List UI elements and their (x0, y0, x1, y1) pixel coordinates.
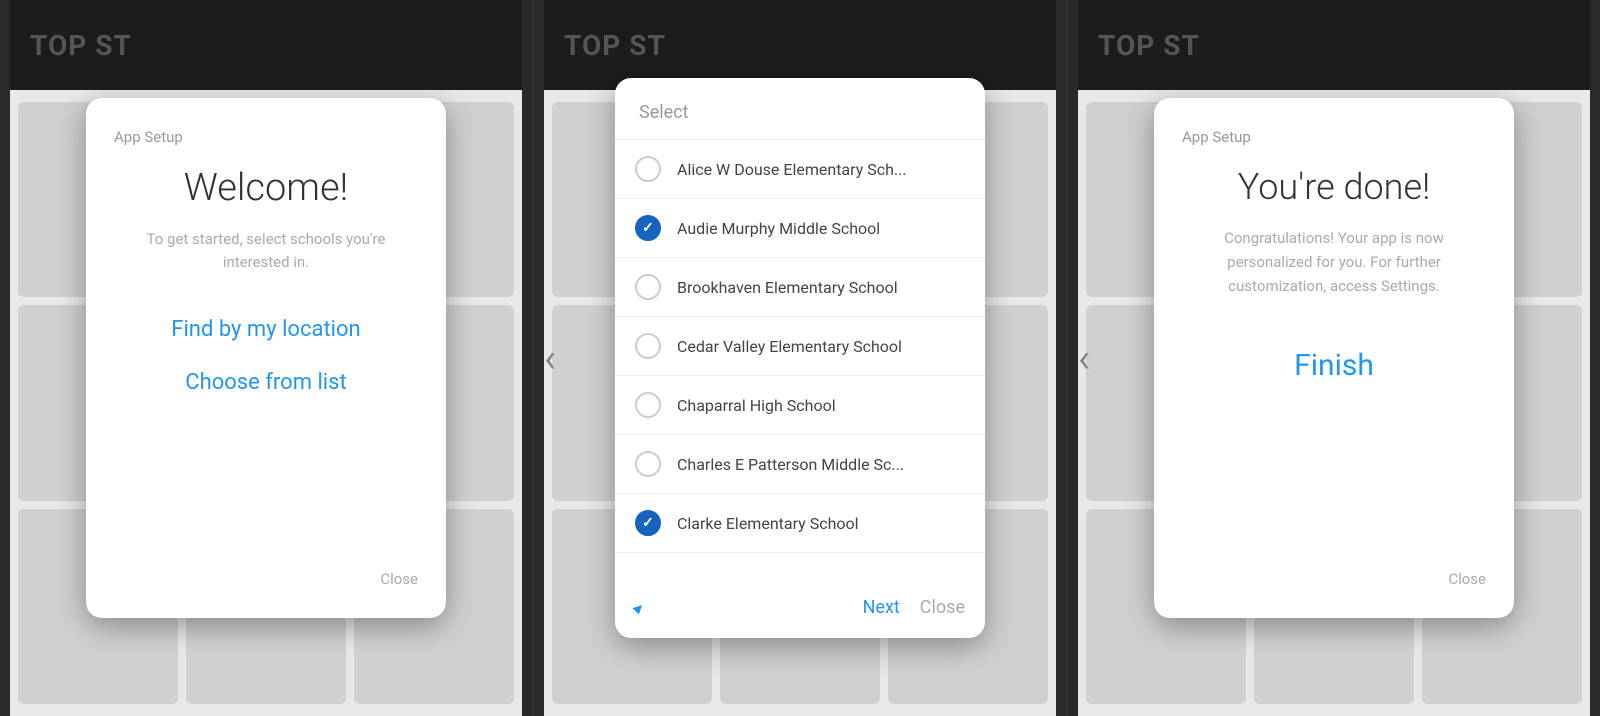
panel-done: TOP ST ‹ App Setup You're done! Congratu… (1068, 0, 1600, 716)
school-name-5: Charles E Patterson Middle Sc... (677, 455, 904, 474)
choose-list-button[interactable]: Choose from list (114, 370, 418, 395)
panel-welcome: TOP ST App Setup Welcome! To get started… (0, 0, 532, 716)
bg-top-bar-3: TOP ST (1078, 0, 1590, 90)
finish-button[interactable]: Finish (1182, 348, 1486, 383)
school-radio-1[interactable] (635, 215, 661, 241)
school-list-item[interactable]: Charles E Patterson Middle Sc... (615, 435, 985, 494)
select-dialog-header: Select (615, 102, 985, 123)
chevron-left-2-icon[interactable]: ‹ (1078, 335, 1090, 382)
school-radio-6[interactable] (635, 510, 661, 536)
school-radio-0[interactable] (635, 156, 661, 182)
welcome-close-button[interactable]: Close (114, 570, 418, 588)
done-subtitle: Congratulations! Your app is now persona… (1182, 226, 1486, 298)
done-dialog: App Setup You're done! Congratulations! … (1154, 98, 1514, 618)
bg-top-text-1: TOP ST (30, 29, 132, 62)
select-close-button[interactable]: Close (920, 597, 965, 618)
school-name-3: Cedar Valley Elementary School (677, 337, 902, 356)
school-radio-4[interactable] (635, 392, 661, 418)
done-title: You're done! (1182, 166, 1486, 208)
school-name-6: Clarke Elementary School (677, 514, 859, 533)
school-list: Alice W Douse Elementary Sch... Audie Mur… (615, 139, 985, 579)
school-radio-3[interactable] (635, 333, 661, 359)
panel-select: TOP ST ‹ Select Alice W Douse Elementary… (534, 0, 1066, 716)
done-close-button[interactable]: Close (1182, 570, 1486, 588)
chevron-left-icon[interactable]: ‹ (544, 335, 556, 382)
welcome-subtitle: To get started, select schools you're in… (114, 228, 418, 273)
school-list-item[interactable]: Alice W Douse Elementary Sch... (615, 140, 985, 199)
bg-top-text-3: TOP ST (1098, 29, 1200, 62)
welcome-title: Welcome! (114, 166, 418, 210)
school-list-item[interactable]: Chaparral High School (615, 376, 985, 435)
find-location-button[interactable]: Find by my location (114, 317, 418, 342)
school-name-1: Audie Murphy Middle School (677, 219, 880, 238)
bg-top-bar-1: TOP ST (10, 0, 522, 90)
school-list-item[interactable]: Brookhaven Elementary School (615, 258, 985, 317)
divider-1 (532, 0, 534, 716)
welcome-dialog: App Setup Welcome! To get started, selec… (86, 98, 446, 618)
school-name-2: Brookhaven Elementary School (677, 278, 898, 297)
divider-2 (1066, 0, 1068, 716)
school-list-item[interactable]: Audie Murphy Middle School (615, 199, 985, 258)
bg-top-text-2: TOP ST (564, 29, 666, 62)
select-footer: ▴ Next Close (615, 583, 985, 618)
school-list-item[interactable]: Cedar Valley Elementary School (615, 317, 985, 376)
select-dialog: Select Alice W Douse Elementary Sch... Au… (615, 78, 985, 638)
bg-top-bar-2: TOP ST (544, 0, 1056, 90)
location-icon: ▴ (629, 597, 650, 618)
school-radio-2[interactable] (635, 274, 661, 300)
school-name-0: Alice W Douse Elementary Sch... (677, 160, 907, 179)
school-name-4: Chaparral High School (677, 396, 836, 415)
done-dialog-header: App Setup (1182, 128, 1486, 146)
school-radio-5[interactable] (635, 451, 661, 477)
next-button[interactable]: Next (863, 597, 900, 618)
school-list-item[interactable]: Clarke Elementary School (615, 494, 985, 553)
welcome-dialog-header: App Setup (114, 128, 418, 146)
